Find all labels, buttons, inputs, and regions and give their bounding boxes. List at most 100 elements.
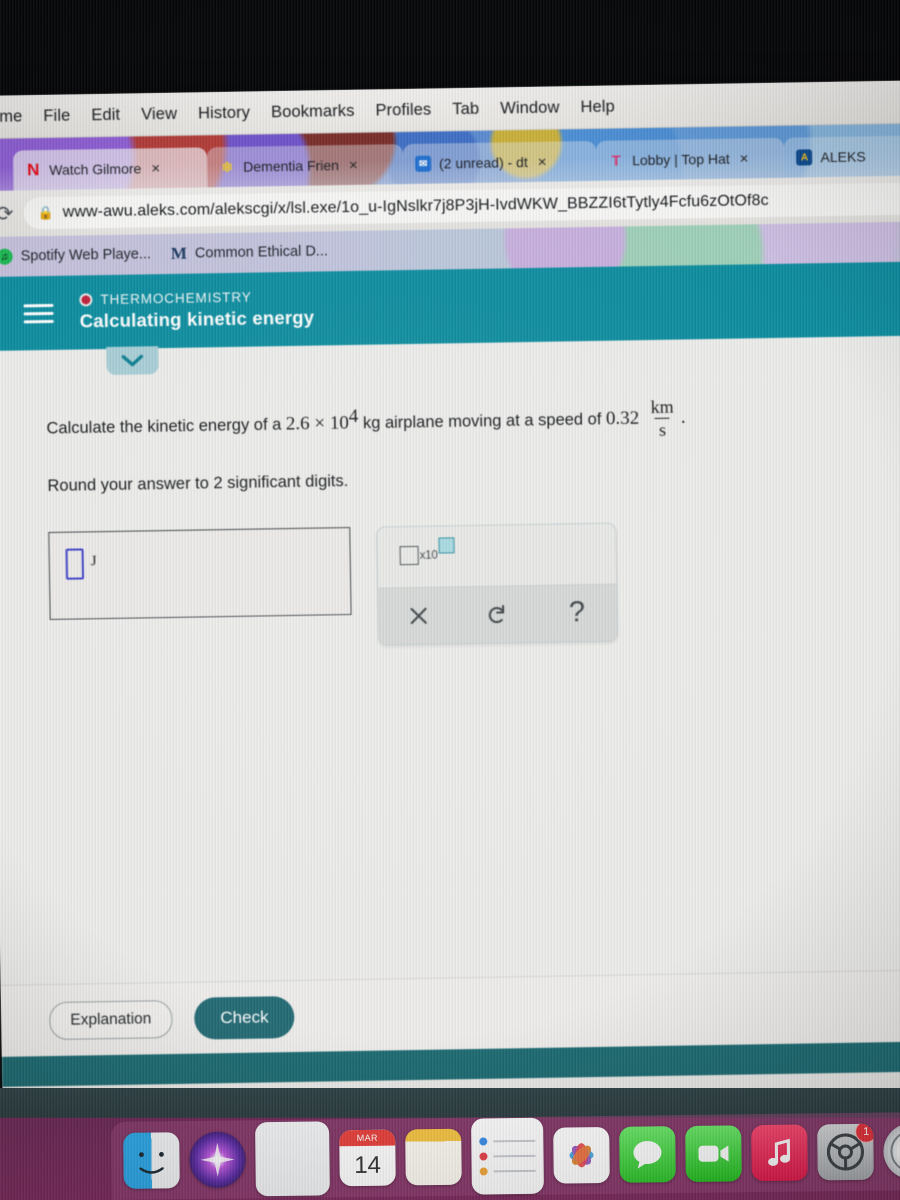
finder-icon — [139, 1151, 164, 1174]
netflix-icon: N — [26, 160, 40, 180]
tophat-icon: T — [611, 151, 621, 170]
answer-unit-label: J — [90, 552, 97, 569]
tab-label: (2 unread) - dt — [438, 154, 528, 172]
question-text: Calculate the kinetic energy of a 2.6 × … — [46, 394, 882, 449]
bookmark-common-ethical[interactable]: M Common Ethical D... — [171, 243, 329, 263]
flower-icon: ❄ — [221, 158, 234, 175]
menu-item-help[interactable]: Help — [580, 97, 615, 117]
browser-tab-dementia[interactable]: ❄ Dementia Frien × — [206, 144, 404, 188]
laptop-screen: rome File Edit View History Bookmarks Pr… — [0, 80, 900, 1116]
topic-label: THERMOCHEMISTRY — [100, 289, 252, 308]
menu-item-view[interactable]: View — [141, 104, 177, 124]
keypad-actions-row: ? — [378, 583, 618, 645]
answer-row: J x10 ? — [48, 518, 885, 651]
aleks-page: THERMOCHEMISTRY Calculating kinetic ener… — [0, 261, 900, 1057]
fraction-denominator: s — [654, 417, 671, 440]
status-dot — [79, 293, 93, 307]
x10-label: x10 — [419, 549, 438, 562]
photographed-screen: rome File Edit View History Bookmarks Pr… — [0, 0, 900, 1200]
address-bar[interactable]: 🔒 www-awu.aleks.com/alekscgi/x/lsl.exe/1… — [23, 182, 900, 230]
spotify-icon: ♫ — [0, 248, 13, 265]
mass-unit-text: kg airplane moving at a speed of — [362, 410, 607, 433]
macos-dock-area: MAR 14 1 — [0, 1088, 900, 1200]
times-symbol: × — [314, 412, 326, 435]
chevron-down-icon — [121, 354, 144, 367]
tab-close-icon[interactable]: × — [538, 153, 547, 170]
help-button[interactable]: ? — [537, 584, 617, 641]
action-bar: Explanation Check — [0, 969, 900, 1057]
tab-close-icon[interactable]: × — [740, 150, 749, 167]
dock-item-messages[interactable] — [619, 1126, 676, 1183]
reload-icon[interactable]: ⟳ — [0, 201, 14, 226]
dock-item-photos[interactable] — [553, 1126, 610, 1184]
undo-icon — [488, 604, 505, 623]
bookmark-label: Spotify Web Playe... — [20, 246, 152, 265]
scientific-notation-button[interactable]: x10 — [377, 535, 616, 587]
speed-unit-fraction: km s — [646, 396, 678, 440]
bookmark-label: Common Ethical D... — [194, 243, 329, 262]
speed-value: 0.32 — [605, 407, 640, 430]
fraction-numerator: km — [650, 396, 674, 417]
menu-item-window[interactable]: Window — [500, 98, 560, 118]
dock-item-safari[interactable] — [883, 1122, 900, 1180]
menu-item-bookmarks[interactable]: Bookmarks — [271, 101, 355, 121]
dock-item-music[interactable] — [751, 1124, 808, 1182]
mass-value: 2.6 — [285, 413, 310, 435]
mass-base: 10 — [329, 412, 350, 434]
mail-icon: ✉ — [414, 155, 432, 172]
menu-item-file[interactable]: File — [43, 106, 70, 125]
menu-item-chrome[interactable]: rome — [0, 107, 23, 127]
music-note-icon — [768, 1138, 791, 1166]
dock-item-notes[interactable] — [405, 1128, 462, 1186]
menu-item-profiles[interactable]: Profiles — [375, 100, 431, 120]
safari-compass-icon — [890, 1130, 900, 1173]
mass-exponent: 4 — [348, 405, 359, 428]
lock-icon: 🔒 — [37, 204, 54, 221]
exponent-box[interactable] — [438, 536, 455, 554]
aleks-icon: A — [796, 149, 813, 166]
calendar-day: 14 — [354, 1151, 382, 1180]
check-button[interactable]: Check — [193, 995, 295, 1040]
tab-close-icon[interactable]: × — [151, 160, 160, 177]
menu-item-tab[interactable]: Tab — [452, 99, 479, 118]
dock-item-siri[interactable] — [189, 1131, 246, 1189]
dock-item-launchpad[interactable] — [255, 1121, 330, 1197]
answer-input-box[interactable]: J — [48, 526, 352, 620]
close-icon — [410, 607, 427, 624]
mantissa-box[interactable] — [399, 545, 419, 565]
undo-button[interactable] — [458, 586, 538, 643]
tab-label: Lobby | Top Hat — [631, 150, 730, 169]
browser-tab-netflix[interactable]: N Watch Gilmore × — [12, 147, 208, 191]
clear-button[interactable] — [378, 587, 458, 644]
tab-close-icon[interactable]: × — [349, 156, 358, 173]
dock-item-reminders[interactable] — [471, 1117, 544, 1195]
menu-item-history[interactable]: History — [198, 103, 250, 123]
facetime-icon — [698, 1145, 729, 1162]
dock-item-finder[interactable] — [123, 1132, 180, 1189]
dock-item-calendar[interactable]: MAR 14 — [339, 1129, 396, 1187]
sentence-period: . — [680, 406, 686, 429]
hamburger-icon[interactable] — [23, 303, 54, 323]
question-prefix: Calculate the kinetic energy of a — [46, 415, 287, 438]
browser-tab-aleks[interactable]: A ALEKS — [784, 135, 900, 178]
answer-placeholder-box[interactable] — [65, 548, 85, 580]
siri-icon — [200, 1142, 235, 1177]
tab-label: Watch Gilmore — [49, 160, 142, 178]
url-text: www-awu.aleks.com/alekscgi/x/lsl.exe/1o_… — [62, 192, 769, 221]
menu-item-edit[interactable]: Edit — [91, 105, 120, 124]
dock-item-system-preferences[interactable]: 1 — [817, 1123, 874, 1181]
explanation-button[interactable]: Explanation — [49, 999, 173, 1040]
tab-label: ALEKS — [820, 148, 866, 166]
browser-tab-mail[interactable]: ✉ (2 unread) - dt × — [402, 140, 597, 185]
messages-icon — [633, 1140, 662, 1169]
tab-label: Dementia Frien — [243, 157, 340, 175]
question-body: Calculate the kinetic energy of a 2.6 × … — [0, 336, 900, 652]
rounding-instruction: Round your answer to 2 significant digit… — [47, 471, 349, 495]
calendar-month: MAR — [339, 1129, 396, 1147]
dock-item-facetime[interactable] — [685, 1125, 742, 1182]
aleks-keypad: x10 ? — [376, 522, 619, 646]
bookmark-spotify[interactable]: ♫ Spotify Web Playe... — [0, 246, 151, 265]
photos-icon — [569, 1143, 594, 1168]
browser-tab-tophat[interactable]: T Lobby | Top Hat × — [595, 137, 785, 181]
expand-panel-button[interactable] — [106, 346, 159, 376]
